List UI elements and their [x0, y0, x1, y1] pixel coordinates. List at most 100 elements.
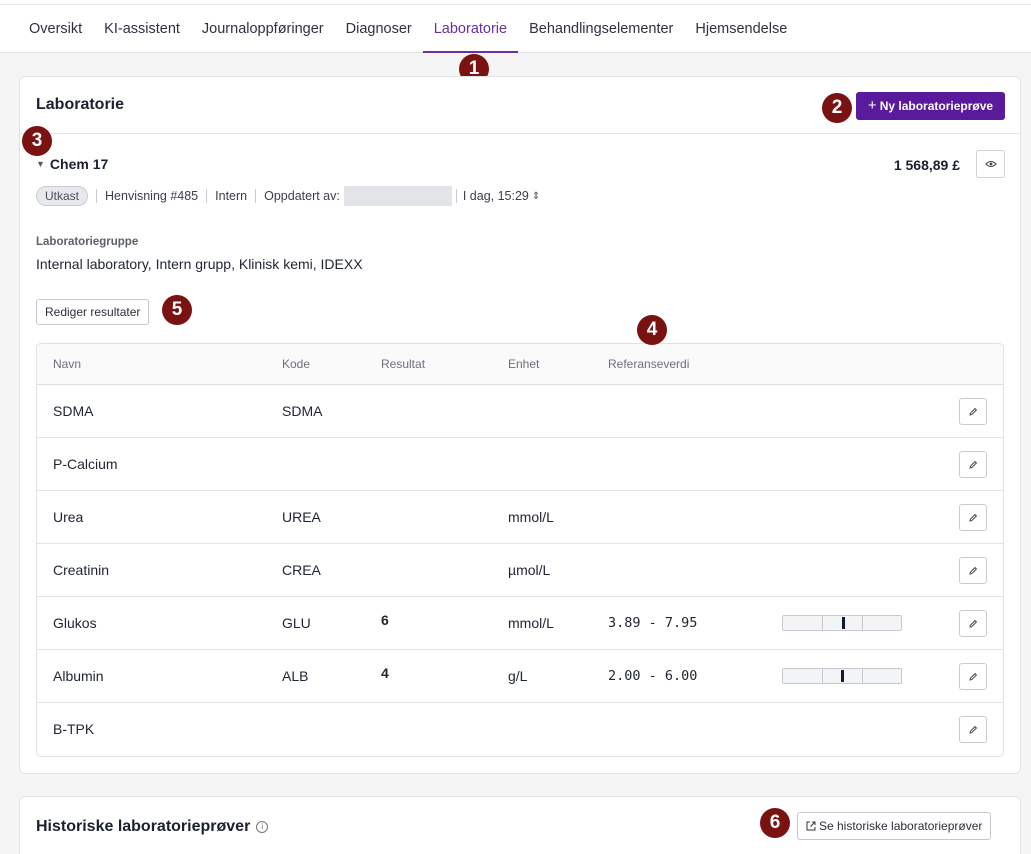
- cell-name: Glukos: [53, 615, 97, 631]
- pencil-icon: [969, 725, 978, 734]
- table-row: Albumin ALB 4 g/L 2.00 - 6.00: [37, 650, 1003, 703]
- column-header: Referanseverdi: [608, 357, 690, 371]
- tab-journaloppføringer[interactable]: Journaloppføringer: [191, 5, 335, 53]
- new-lab-sample-button[interactable]: + Ny laboratorieprøve: [856, 92, 1005, 120]
- reference-range-bar: [782, 668, 902, 684]
- sample-toggle[interactable]: ▼ Chem 17: [36, 156, 108, 172]
- tab-ki-assistent[interactable]: KI-assistent: [93, 5, 191, 53]
- cell-unit: g/L: [508, 668, 528, 684]
- edit-row-button[interactable]: [959, 398, 987, 425]
- cell-code: CREA: [282, 562, 321, 578]
- new-lab-sample-label: Ny laboratorieprøve: [879, 99, 994, 113]
- column-header: Resultat: [381, 357, 426, 371]
- laboratory-title: Laboratorie: [36, 96, 125, 113]
- cell-unit: µmol/L: [508, 562, 551, 578]
- referral-number: Henvisning #485: [105, 189, 199, 203]
- table-row: Creatinin CREA µmol/L: [37, 544, 1003, 597]
- updated-time: I dag, 15:29: [462, 189, 529, 203]
- info-icon[interactable]: i: [256, 821, 269, 833]
- pencil-icon: [969, 566, 978, 575]
- range-marker: [841, 670, 844, 682]
- range-tick: [822, 616, 823, 630]
- sort-icon[interactable]: ⇕: [532, 191, 540, 202]
- annotation-badge-2: 2: [822, 93, 852, 123]
- history-title: Historiske laboratorieprøver i: [36, 818, 269, 836]
- cell-unit: mmol/L: [508, 615, 554, 631]
- history-title-text: Historiske laboratorieprøver: [36, 818, 251, 835]
- cell-code: ALB: [282, 668, 309, 684]
- sample-name: Chem 17: [49, 156, 109, 172]
- pencil-icon: [969, 460, 978, 469]
- cell-name: Creatinin: [53, 562, 110, 578]
- caret-down-icon: ▼: [36, 159, 45, 169]
- table-header: Navn Kode Resultat Enhet Referanseverdi: [37, 344, 1003, 385]
- divider: [455, 189, 457, 203]
- tab-laboratorie[interactable]: Laboratorie: [422, 5, 519, 53]
- top-navigation: Oversikt KI-assistent Journaloppføringer Di…: [0, 0, 1031, 53]
- tab-behandlingselementer[interactable]: Behandlingselementer: [518, 5, 684, 53]
- table-row: Glukos GLU 6 mmol/L 3.89 - 7.95: [37, 597, 1003, 650]
- edit-row-button[interactable]: [959, 557, 987, 584]
- updated-by-label: Oppdatert av:: [264, 189, 340, 203]
- divider: [255, 189, 257, 203]
- sample-meta: Utkast Henvisning #485 Intern Oppdatert …: [36, 186, 540, 206]
- lab-group-value: Internal laboratory, Intern grupp, Klini…: [36, 256, 363, 272]
- edit-row-button[interactable]: [959, 663, 987, 690]
- view-history-button[interactable]: Se historiske laboratorieprøver: [797, 812, 992, 840]
- annotation-badge-4: 4: [637, 315, 667, 345]
- tab-oversikt[interactable]: Oversikt: [18, 5, 93, 53]
- pencil-icon: [969, 407, 978, 416]
- table-row: P-Calcium: [37, 438, 1003, 491]
- cell-code: GLU: [282, 615, 311, 631]
- table-row: B-TPK: [37, 703, 1003, 756]
- column-header: Enhet: [508, 357, 540, 371]
- pencil-icon: [969, 619, 978, 628]
- external-link-icon: [806, 821, 816, 831]
- laboratory-card: Laboratorie + Ny laboratorieprøve ▼ Chem …: [19, 76, 1021, 774]
- cell-name: B-TPK: [53, 721, 95, 737]
- column-header: Kode: [282, 357, 311, 371]
- edit-row-button[interactable]: [959, 451, 987, 478]
- range-tick: [862, 669, 863, 683]
- history-card: Historiske laboratorieprøver i Se histor…: [19, 796, 1021, 854]
- column-header: Navn: [53, 357, 82, 371]
- annotation-badge-3: 3: [22, 126, 52, 156]
- table-row: Urea UREA mmol/L: [37, 491, 1003, 544]
- pencil-icon: [969, 513, 978, 522]
- tab-bar: Oversikt KI-assistent Journaloppføringer Di…: [18, 5, 798, 53]
- edit-row-button[interactable]: [959, 504, 987, 531]
- sample-type: Intern: [215, 189, 248, 203]
- view-sample-button[interactable]: [976, 150, 1005, 178]
- pencil-icon: [969, 672, 978, 681]
- plus-icon: +: [867, 97, 877, 114]
- edit-row-button[interactable]: [959, 610, 987, 637]
- cell-result: 4: [381, 665, 389, 681]
- cell-result: 6: [381, 612, 389, 628]
- range-tick: [862, 616, 863, 630]
- range-tick: [822, 669, 823, 683]
- tab-hjemsendelse[interactable]: Hjemsendelse: [684, 5, 798, 53]
- tab-diagnoser[interactable]: Diagnoser: [335, 5, 423, 53]
- cell-name: P-Calcium: [53, 456, 118, 472]
- cell-unit: mmol/L: [508, 509, 554, 525]
- annotation-badge-5: 5: [162, 295, 192, 325]
- lab-group-label: Laboratoriegruppe: [36, 236, 139, 248]
- cell-name: Urea: [53, 509, 84, 525]
- edit-row-button[interactable]: [959, 716, 987, 743]
- sample-price: 1 568,89 £: [893, 157, 960, 173]
- cell-ref: 3.89 - 7.95: [608, 615, 698, 631]
- laboratory-card-header: Laboratorie + Ny laboratorieprøve: [20, 77, 1020, 134]
- table-row: SDMA SDMA: [37, 385, 1003, 438]
- status-badge: Utkast: [36, 186, 89, 206]
- redacted-user: [343, 186, 452, 206]
- cell-name: Albumin: [53, 668, 104, 684]
- view-history-label: Se historiske laboratorieprøver: [819, 819, 983, 833]
- range-marker: [842, 617, 845, 629]
- divider: [206, 189, 208, 203]
- edit-results-button[interactable]: Rediger resultater: [36, 299, 150, 325]
- eye-icon: [984, 161, 997, 167]
- cell-code: SDMA: [282, 403, 323, 419]
- divider: [96, 189, 98, 203]
- annotation-badge-6: 6: [760, 808, 790, 838]
- cell-ref: 2.00 - 6.00: [608, 668, 698, 684]
